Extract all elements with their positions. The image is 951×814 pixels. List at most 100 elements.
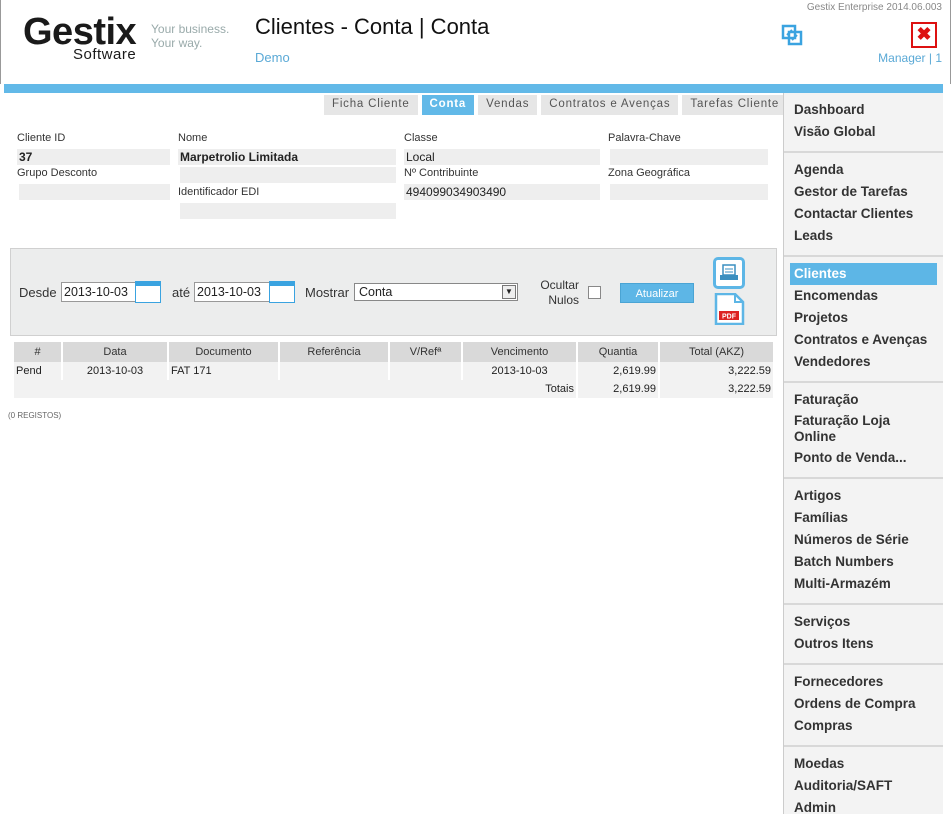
mostrar-label: Mostrar — [305, 285, 350, 300]
sidebar-item-gestor-tarefas[interactable]: Gestor de Tarefas — [784, 181, 943, 203]
slogan: Your business. Your way. — [151, 22, 229, 50]
close-icon[interactable]: ✖ — [911, 22, 937, 48]
totals-label: Totais — [14, 380, 576, 398]
sidebar-item-fornecedores[interactable]: Fornecedores — [784, 671, 943, 693]
cell-referencia — [280, 362, 388, 380]
desde-label: Desde — [19, 285, 57, 300]
sidebar-item-batch-numbers[interactable]: Batch Numbers — [784, 551, 943, 573]
refresh-icon[interactable] — [779, 22, 805, 48]
sidebar-group-faturacao: Faturação Faturação Loja Online Ponto de… — [784, 383, 943, 479]
classe-label: Classe — [404, 132, 438, 144]
sidebar-item-auditoria-saft[interactable]: Auditoria/SAFT — [784, 775, 943, 797]
sidebar-item-encomendas[interactable]: Encomendas — [784, 285, 943, 307]
cell-vref — [390, 362, 461, 380]
sidebar-item-contactar-clientes[interactable]: Contactar Clientes — [784, 203, 943, 225]
sidebar-item-outros-itens[interactable]: Outros Itens — [784, 633, 943, 655]
tab-tarefas-cliente[interactable]: Tarefas Cliente — [682, 95, 788, 115]
totals-quantia: 2,619.99 — [578, 380, 658, 398]
sidebar-item-artigos[interactable]: Artigos — [784, 485, 943, 507]
sidebar-item-ponto-venda[interactable]: Ponto de Venda... — [784, 447, 943, 469]
tab-conta[interactable]: Conta — [421, 95, 475, 115]
slogan-line-1: Your business. — [151, 22, 230, 36]
col-header-number[interactable]: # — [14, 342, 61, 362]
nome-label: Nome — [178, 132, 208, 144]
table-header-row: # Data Documento Referência V/Refª Venci… — [14, 342, 773, 362]
chevron-down-icon[interactable]: ▼ — [502, 285, 516, 299]
sidebar-item-familias[interactable]: Famílias — [784, 507, 943, 529]
sidebar-item-faturacao[interactable]: Faturação — [784, 389, 943, 411]
sidebar-item-projetos[interactable]: Projetos — [784, 307, 943, 329]
sidebar-item-admin[interactable]: Admin — [784, 797, 943, 814]
sidebar-item-clientes[interactable]: Clientes — [790, 263, 937, 285]
cell-total: 3,222.59 — [660, 362, 773, 380]
ate-calendar-icon[interactable] — [269, 281, 295, 303]
cell-quantia: 2,619.99 — [578, 362, 658, 380]
cell-data: 2013-10-03 — [63, 362, 167, 380]
nome-extra-field — [180, 167, 396, 183]
cliente-id-field: 37 — [17, 149, 170, 165]
sidebar-item-servicos[interactable]: Serviços — [784, 611, 943, 633]
palavra-chave-field — [610, 149, 768, 165]
col-header-vref[interactable]: V/Refª — [390, 342, 461, 362]
sidebar-item-leads[interactable]: Leads — [784, 225, 943, 247]
tab-vendas[interactable]: Vendas — [478, 95, 538, 115]
col-header-referencia[interactable]: Referência — [280, 342, 388, 362]
col-header-total[interactable]: Total (AKZ) — [660, 342, 773, 362]
col-header-documento[interactable]: Documento — [169, 342, 278, 362]
sidebar-item-contratos[interactable]: Contratos e Avenças — [784, 329, 943, 351]
sidebar-item-faturacao-loja-online[interactable]: Faturação Loja Online — [784, 411, 904, 447]
totals-row: Totais 2,619.99 3,222.59 — [14, 380, 773, 398]
sidebar-item-compras[interactable]: Compras — [784, 715, 943, 737]
ate-date-input[interactable]: 2013-10-03 — [194, 282, 270, 302]
user-label[interactable]: Manager | 1 — [878, 51, 942, 65]
pdf-icon[interactable]: PDF — [713, 292, 745, 326]
slogan-line-2: Your way. — [151, 36, 203, 50]
tab-bar: Ficha Cliente Conta Vendas Contratos e A… — [324, 95, 791, 115]
table-row[interactable]: Pend 2013-10-03 FAT 171 2013-10-03 2,619… — [14, 362, 773, 380]
sidebar-item-multi-armazem[interactable]: Multi-Armazém — [784, 573, 943, 595]
atualizar-button[interactable]: Atualizar — [620, 283, 694, 303]
sidebar-item-vendedores[interactable]: Vendedores — [784, 351, 943, 373]
page-title: Clientes - Conta | Conta — [255, 14, 490, 39]
sidebar-item-dashboard[interactable]: Dashboard — [784, 99, 943, 121]
print-icon[interactable] — [713, 257, 745, 289]
pdf-icon-label: PDF — [722, 314, 737, 321]
sidebar-item-ordens-compra[interactable]: Ordens de Compra — [784, 693, 943, 715]
account-table: # Data Documento Referência V/Refª Venci… — [12, 342, 775, 398]
gestix-logo[interactable]: Gestix Software — [23, 12, 137, 63]
zona-geografica-field — [610, 184, 768, 200]
company-name: Demo — [255, 50, 290, 65]
contribuinte-field: 494099034903490 — [404, 184, 600, 200]
sidebar-item-visao-global[interactable]: Visão Global — [784, 121, 943, 143]
sidebar-item-numeros-serie[interactable]: Números de Série — [784, 529, 943, 551]
palavra-chave-label: Palavra-Chave — [608, 132, 681, 144]
desde-calendar-icon[interactable] — [135, 281, 161, 303]
mostrar-select[interactable]: Conta ▼ — [354, 283, 518, 301]
nome-field: Marpetrolio Limitada — [178, 149, 396, 165]
sidebar-item-agenda[interactable]: Agenda — [784, 159, 943, 181]
ocultar-nulos-checkbox[interactable] — [588, 286, 601, 299]
sidebar-item-moedas[interactable]: Moedas — [784, 753, 943, 775]
desde-date-input[interactable]: 2013-10-03 — [61, 282, 137, 302]
cell-vencimento: 2013-10-03 — [463, 362, 576, 380]
cell-documento[interactable]: FAT 171 — [169, 362, 278, 380]
tab-ficha-cliente[interactable]: Ficha Cliente — [324, 95, 418, 115]
grupo-desconto-label: Grupo Desconto — [17, 167, 98, 179]
header-accent-bar — [4, 84, 943, 93]
cliente-id-label: Cliente ID — [17, 132, 66, 144]
sidebar-group-agenda: Agenda Gestor de Tarefas Contactar Clien… — [784, 153, 943, 257]
col-header-data[interactable]: Data — [63, 342, 167, 362]
record-count: (0 REGISTOS) — [8, 411, 62, 420]
ate-label: até — [172, 285, 191, 300]
tab-contratos[interactable]: Contratos e Avenças — [541, 95, 679, 115]
sidebar-group-clientes: Clientes Encomendas Projetos Contratos e… — [784, 257, 943, 383]
grupo-desconto-field — [19, 184, 170, 200]
sidebar-group-dashboard: Dashboard Visão Global — [784, 93, 943, 153]
ocultar-label-line-2: Nulos — [548, 293, 579, 307]
col-header-vencimento[interactable]: Vencimento — [463, 342, 576, 362]
sidebar-group-servicos: Serviços Outros Itens — [784, 605, 943, 665]
col-header-quantia[interactable]: Quantia — [578, 342, 658, 362]
ocultar-label-line-1: Ocultar — [540, 278, 579, 292]
sidebar-group-artigos: Artigos Famílias Números de Série Batch … — [784, 479, 943, 605]
contribuinte-label: Nº Contribuinte — [404, 167, 479, 179]
